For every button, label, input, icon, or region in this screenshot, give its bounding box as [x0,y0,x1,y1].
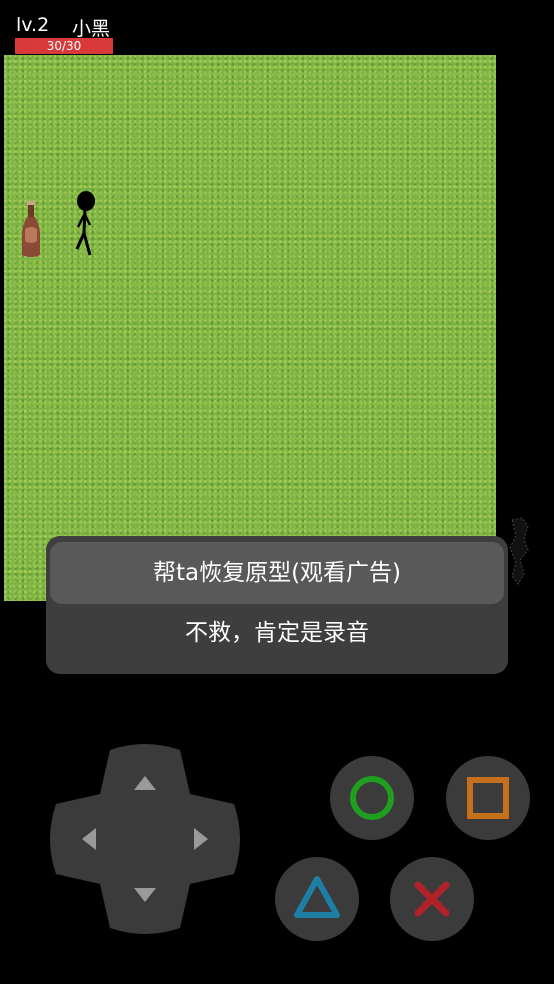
stickman-player [75,191,95,256]
option-watch-ad[interactable]: 帮ta恢复原型(观看广告) [50,542,504,604]
game-field [4,55,496,601]
circle-button[interactable] [330,756,414,840]
triangle-button[interactable] [275,857,359,941]
cross-button[interactable] [390,857,474,941]
square-button[interactable] [446,756,530,840]
bottle-sprite [21,201,41,257]
hp-bar: 30/30 [15,38,113,54]
option-refuse[interactable]: 不救，肯定是录音 [50,602,504,664]
cross-icon [414,881,450,917]
shadow-figure-sprite [509,517,529,585]
choice-dialog: 帮ta恢复原型(观看广告) 不救，肯定是录音 [46,536,508,674]
player-level: lv.2 [16,14,50,36]
triangle-icon [294,876,340,918]
square-icon [467,777,509,819]
dpad[interactable] [50,744,240,934]
circle-icon [350,776,394,820]
player-name: 小黑 [72,18,111,40]
